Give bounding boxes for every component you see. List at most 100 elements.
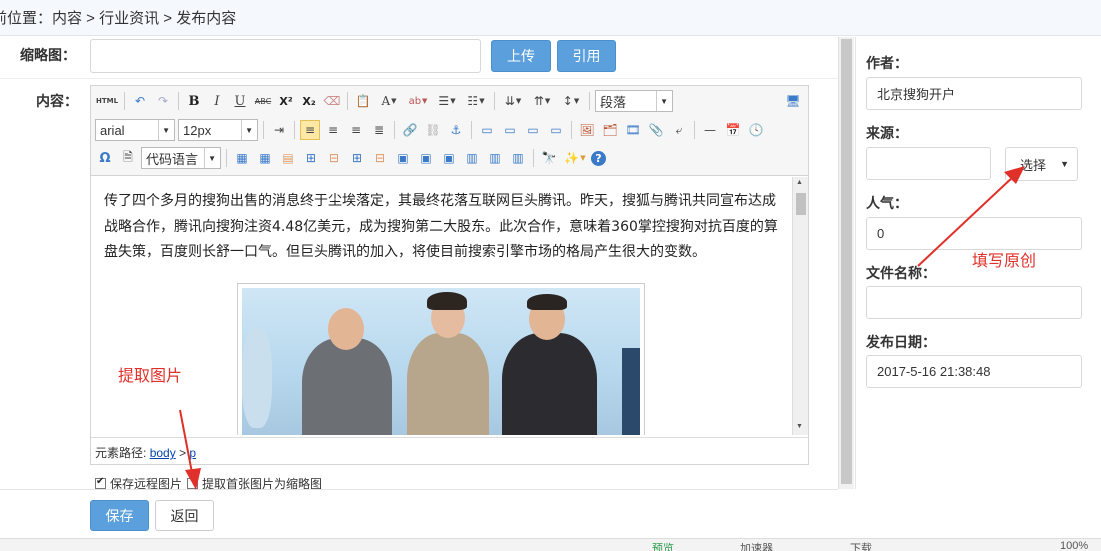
time-icon[interactable]: 🕓: [746, 120, 766, 140]
align-right-icon[interactable]: ≡: [346, 120, 366, 140]
fullscreen-icon[interactable]: 🖥: [783, 91, 803, 111]
indent-icon[interactable]: ⇥: [269, 120, 289, 140]
toolbar-row-1: HTML ↶ ↷ B I U ABC X² X₂ ⌫ 📋 A ▼ ab ▼ ☰ ▼ ☷…: [95, 89, 673, 113]
font-size-value: 12px: [183, 122, 212, 138]
image-center-icon[interactable]: ▭: [546, 120, 566, 140]
html-source-icon[interactable]: HTML: [95, 91, 119, 111]
merge-cells-icon[interactable]: ▣: [393, 148, 413, 168]
publish-date-input[interactable]: 2017-5-16 21:38:48: [866, 355, 1082, 388]
filename-input[interactable]: [866, 286, 1082, 319]
redo-icon[interactable]: ↷: [153, 91, 173, 111]
author-label: 作者：: [866, 55, 908, 71]
status-zoom[interactable]: 100%: [1060, 540, 1088, 551]
save-button[interactable]: 保存: [90, 500, 149, 531]
toolbar-separator: [178, 92, 179, 110]
delete-table-icon[interactable]: ▦: [255, 148, 275, 168]
insert-paragraph-before-table-icon[interactable]: ▤: [278, 148, 298, 168]
highlight-icon[interactable]: ab ▼: [405, 91, 431, 111]
annotation-extract-image: 提取图片: [118, 366, 183, 385]
search-replace-icon[interactable]: 🔭: [539, 148, 559, 168]
split-rows-icon[interactable]: ▥: [485, 148, 505, 168]
image-left-icon[interactable]: ▭: [500, 120, 520, 140]
element-path-p-link[interactable]: p: [189, 446, 196, 460]
row-spacing-bottom-icon[interactable]: ⇈ ▼: [529, 91, 555, 111]
undo-icon[interactable]: ↶: [130, 91, 150, 111]
superscript-icon[interactable]: X²: [276, 91, 296, 111]
chevron-down-icon: ▼: [204, 148, 216, 168]
ordered-list-icon[interactable]: ☰ ▼: [434, 91, 460, 111]
article-paragraph[interactable]: 传了四个多月的搜狗出售的消息终于尘埃落定，其最终花落互联网巨头腾讯。昨天，搜狐与…: [104, 189, 784, 266]
source-select[interactable]: 选择 ▼: [1005, 147, 1078, 181]
image-none-icon[interactable]: ▭: [477, 120, 497, 140]
italic-icon[interactable]: I: [207, 91, 227, 111]
link-icon[interactable]: 🔗: [400, 120, 420, 140]
bold-icon[interactable]: B: [184, 91, 204, 111]
page-break-icon[interactable]: ⤶: [669, 120, 689, 140]
video-icon[interactable]: 🎞: [623, 120, 643, 140]
merge-right-icon[interactable]: ▣: [416, 148, 436, 168]
upload-button[interactable]: 上传: [491, 40, 551, 72]
insert-table-icon[interactable]: ▦: [232, 148, 252, 168]
unordered-list-icon[interactable]: ☷ ▼: [463, 91, 489, 111]
align-justify-icon[interactable]: ≣: [369, 120, 389, 140]
thumbnail-input[interactable]: [90, 39, 481, 73]
row-spacing-top-icon[interactable]: ⇊ ▼: [500, 91, 526, 111]
status-download[interactable]: 下载: [850, 540, 872, 551]
font-family-select[interactable]: arial ▼: [95, 119, 175, 141]
photo-bg-right: [622, 348, 640, 435]
split-cols-icon[interactable]: ▥: [508, 148, 528, 168]
merge-down-icon[interactable]: ▣: [439, 148, 459, 168]
font-size-select[interactable]: 12px ▼: [178, 119, 258, 141]
unlink-icon[interactable]: ⛓: [423, 120, 443, 140]
magic-wand-icon[interactable]: ✨ ▼: [562, 148, 588, 168]
underline-icon[interactable]: U: [230, 91, 250, 111]
page-scroll-thumb[interactable]: [841, 39, 852, 484]
status-preview[interactable]: 预览: [652, 540, 674, 551]
insert-row-icon[interactable]: ⊞: [301, 148, 321, 168]
align-center-icon[interactable]: ≡: [323, 120, 343, 140]
delete-row-icon[interactable]: ⊟: [324, 148, 344, 168]
horizontal-rule-icon[interactable]: —: [700, 120, 720, 140]
spell-check-icon[interactable]: 🗎: [118, 148, 138, 168]
delete-col-icon[interactable]: ⊟: [370, 148, 390, 168]
code-language-select[interactable]: 代码语言 ▼: [141, 147, 221, 169]
anchor-icon[interactable]: ⚓: [446, 120, 466, 140]
status-accelerator[interactable]: 加速器: [740, 540, 773, 551]
reference-button[interactable]: 引用: [557, 40, 616, 72]
font-color-icon[interactable]: A ▼: [376, 91, 402, 111]
insert-image-icon[interactable]: 🖼: [577, 120, 597, 140]
extract-first-checkbox[interactable]: [187, 478, 198, 489]
line-height-icon[interactable]: ↕ ▼: [558, 91, 584, 111]
element-path-body-link[interactable]: body: [150, 446, 176, 460]
special-chars-icon[interactable]: Ω: [95, 148, 115, 168]
save-remote-checkbox[interactable]: [95, 476, 106, 489]
help-icon[interactable]: ?: [591, 150, 606, 166]
strikethrough-icon[interactable]: ABC: [253, 91, 273, 111]
source-input[interactable]: [866, 147, 991, 180]
author-input[interactable]: 北京搜狗开户: [866, 77, 1082, 110]
scroll-up-icon[interactable]: ▲: [796, 179, 803, 186]
article-photo[interactable]: [237, 283, 645, 435]
date-icon[interactable]: 📅: [723, 120, 743, 140]
page-scrollbar[interactable]: [838, 37, 854, 489]
toolbar-separator: [533, 149, 534, 167]
scroll-down-icon[interactable]: ▼: [796, 423, 803, 430]
attachment-icon[interactable]: 📎: [646, 120, 666, 140]
toolbar-separator: [571, 121, 572, 139]
image-right-icon[interactable]: ▭: [523, 120, 543, 140]
paste-icon[interactable]: 📋: [353, 91, 373, 111]
scroll-thumb[interactable]: [796, 193, 806, 215]
multi-image-icon[interactable]: 🗂: [600, 120, 620, 140]
editor-content[interactable]: 传了四个多月的搜狗出售的消息终于尘埃落定，其最终花落互联网巨头腾讯。昨天，搜狐与…: [91, 177, 808, 435]
toolbar-separator: [263, 121, 264, 139]
popularity-input[interactable]: 0: [866, 217, 1082, 250]
insert-col-icon[interactable]: ⊞: [347, 148, 367, 168]
paragraph-format-select[interactable]: 段落 ▼: [595, 90, 673, 112]
chevron-down-icon: ▼: [158, 120, 170, 140]
editor-scrollbar[interactable]: ▲ ▼: [792, 177, 808, 435]
eraser-icon[interactable]: ⌫: [322, 91, 342, 111]
subscript-icon[interactable]: X₂: [299, 91, 319, 111]
split-cells-icon[interactable]: ▥: [462, 148, 482, 168]
align-left-icon[interactable]: ≡: [300, 120, 320, 140]
back-button[interactable]: 返回: [155, 500, 214, 531]
